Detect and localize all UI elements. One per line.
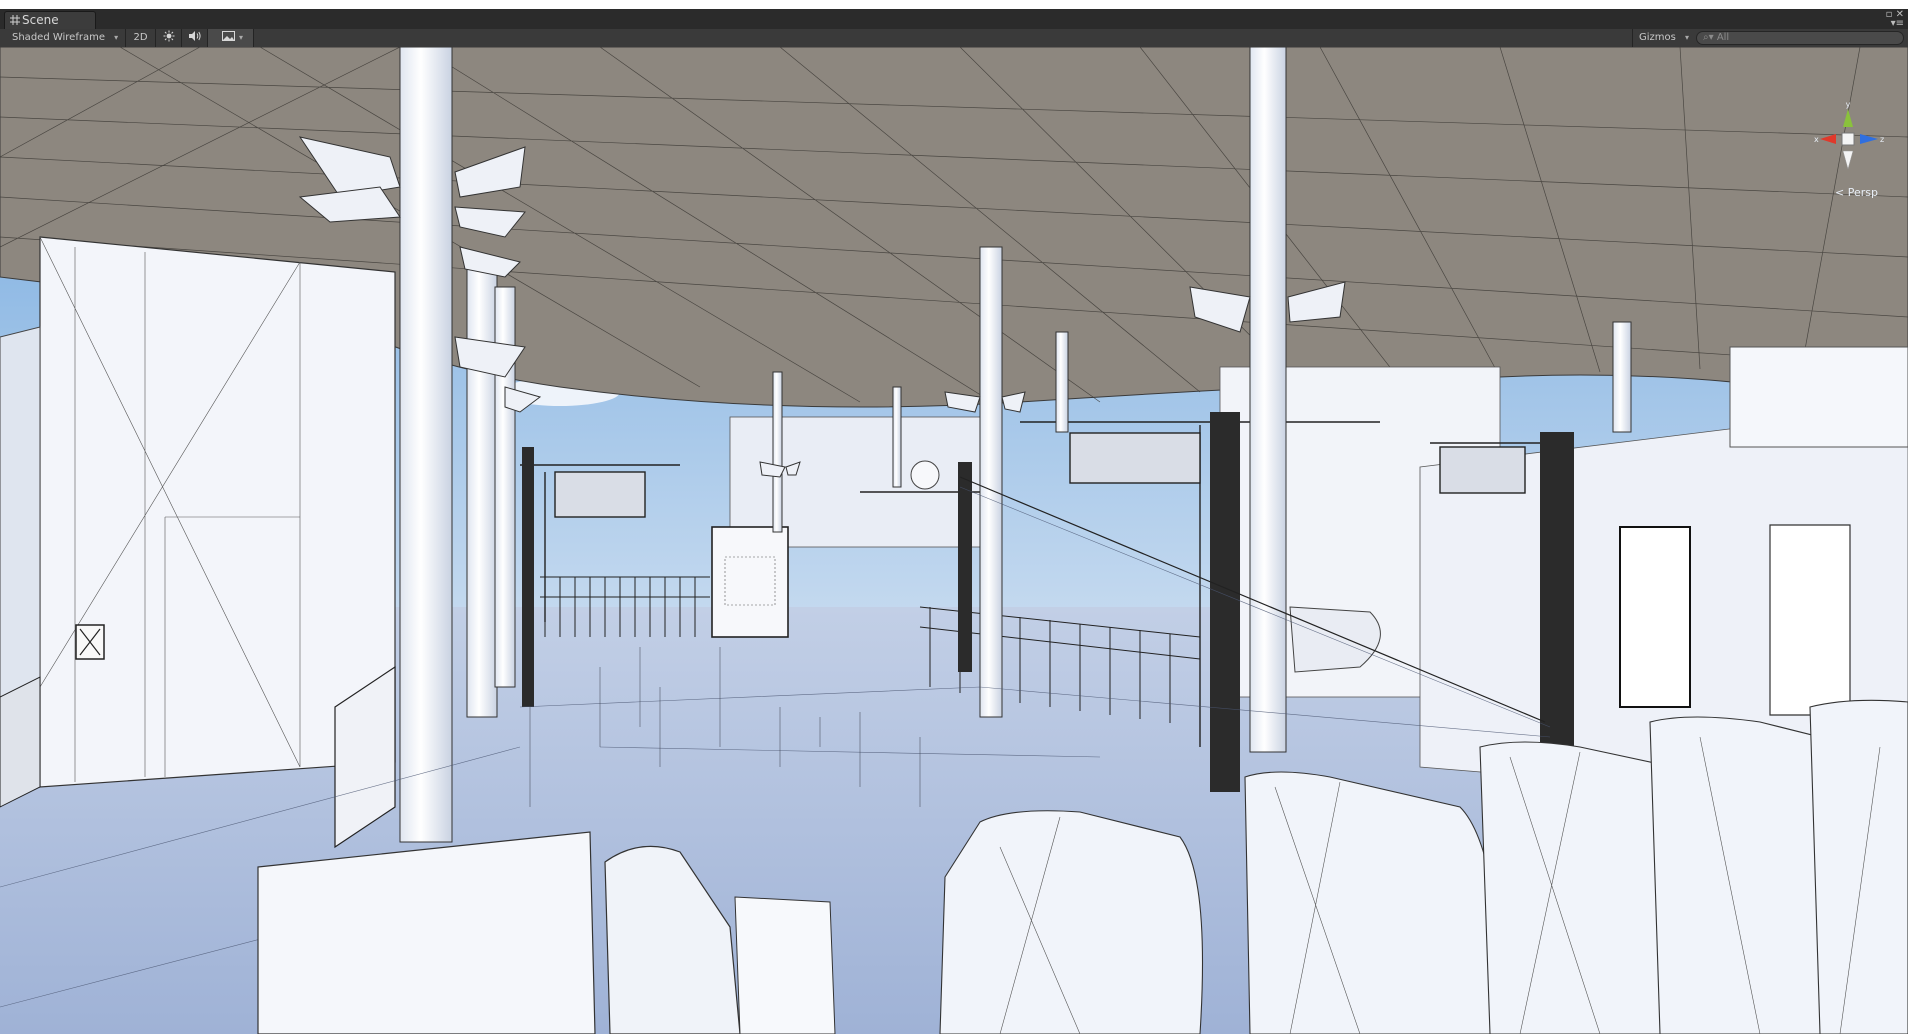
title-strip <box>0 0 1908 9</box>
draw-mode-dropdown[interactable]: Shaded Wireframe <box>0 29 126 47</box>
search-icon: ⌕▾ <box>1703 32 1714 43</box>
x-axis-icon[interactable]: x <box>1814 134 1836 144</box>
audio-toggle-button[interactable] <box>182 29 208 47</box>
foreground-block <box>257 831 596 1034</box>
camera-gizmo <box>910 460 940 490</box>
draw-mode-label: Shaded Wireframe <box>12 32 105 43</box>
tab-bar: Scene ▫ ✕ ▾≡ <box>0 9 1908 30</box>
svg-text:z: z <box>1880 135 1884 144</box>
persp-arrow-icon: < <box>1835 186 1845 199</box>
projection-label[interactable]: < Persp <box>1835 186 1878 199</box>
gizmo-neg-y-cone[interactable] <box>1842 150 1854 170</box>
scene-orientation-gizmo[interactable]: y x z <box>1798 99 1898 199</box>
tab-scene[interactable]: Scene <box>4 11 96 29</box>
svg-text:x: x <box>1814 135 1819 144</box>
projection-text: Persp <box>1847 186 1878 199</box>
2d-toggle-button[interactable]: 2D <box>126 29 156 47</box>
gizmos-label: Gizmos <box>1639 32 1676 43</box>
effects-dropdown-arrow-icon: ▾ <box>239 33 244 42</box>
hierarchy-search-field[interactable]: ⌕▾ All <box>1696 31 1904 45</box>
gizmos-dropdown[interactable]: Gizmos <box>1632 29 1694 47</box>
2d-toggle-label: 2D <box>133 32 148 43</box>
window-controls[interactable]: ▫ ✕ ▾≡ <box>1886 10 1904 29</box>
left-railing <box>0 676 41 808</box>
fare-gate <box>734 896 836 1034</box>
gizmo-center-cube[interactable] <box>1841 132 1855 146</box>
sun-icon <box>163 30 174 42</box>
effects-dropdown[interactable]: ▾ <box>208 29 254 47</box>
tab-scene-label: Scene <box>22 13 59 27</box>
panel-menu-icon[interactable]: ▾≡ <box>1891 18 1904 29</box>
scene-render[interactable] <box>0 47 1908 1034</box>
svg-text:y: y <box>1846 100 1851 109</box>
scene-grid-icon <box>10 15 20 25</box>
scene-toolbar: Shaded Wireframe 2D ▾ Gizmos ⌕▾ All <box>0 29 1908 48</box>
speaker-icon <box>189 31 201 41</box>
z-axis-icon[interactable]: z <box>1860 134 1884 144</box>
search-placeholder: All <box>1716 32 1730 43</box>
scene-viewport[interactable]: y x z < Persp <box>0 47 1908 1034</box>
doorway <box>1769 524 1851 716</box>
y-axis-icon[interactable]: y <box>1843 100 1853 127</box>
right-upper-block <box>1729 346 1908 448</box>
lighting-toggle-button[interactable] <box>156 29 182 47</box>
doorway <box>1619 526 1691 708</box>
image-icon <box>222 31 235 41</box>
info-panel <box>711 526 789 638</box>
